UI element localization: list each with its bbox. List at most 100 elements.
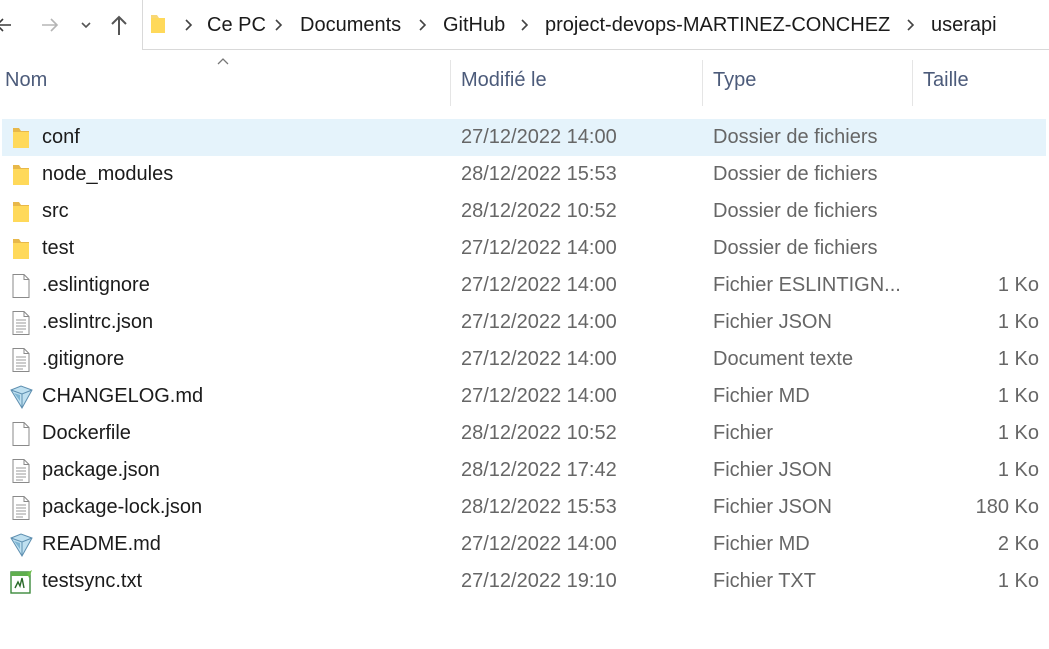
file-row[interactable]: Dockerfile 28/12/2022 10:52 Fichier 1 Ko [0, 415, 1049, 452]
file-type: Dossier de fichiers [713, 237, 878, 259]
file-size: 1 Ko [997, 459, 1039, 481]
column-header-name[interactable]: Nom [5, 52, 445, 108]
folder-icon [8, 162, 34, 188]
breadcrumb[interactable]: Ce PC Documents GitHub project-devops-MA… [142, 0, 1049, 50]
file-type: Dossier de fichiers [713, 200, 878, 222]
file-type: Fichier JSON [713, 311, 832, 333]
folder-icon [8, 199, 34, 225]
file-modified-date: 28/12/2022 15:53 [461, 496, 617, 518]
chevron-right-icon[interactable] [181, 17, 197, 33]
folder-icon [149, 13, 167, 40]
file-name: src [42, 200, 69, 222]
file-row[interactable]: node_modules 28/12/2022 15:53 Dossier de f… [0, 156, 1049, 193]
file-modified-date: 28/12/2022 17:42 [461, 459, 617, 481]
file-row[interactable]: .eslintignore 27/12/2022 14:00 Fichier ESL… [0, 267, 1049, 304]
file-name: .eslintignore [42, 274, 150, 296]
column-header-modified[interactable]: Modifié le [461, 52, 697, 108]
breadcrumb-item-documents[interactable]: Documents [300, 12, 401, 38]
file-modified-date: 27/12/2022 14:00 [461, 274, 617, 296]
file-type: Fichier TXT [713, 570, 816, 592]
chevron-right-icon[interactable] [903, 17, 919, 33]
file-type: Dossier de fichiers [713, 163, 878, 185]
file-modified-date: 28/12/2022 10:52 [461, 422, 617, 444]
file-name: .eslintrc.json [42, 311, 154, 333]
file-modified-date: 28/12/2022 10:52 [461, 200, 617, 222]
text-file-icon [8, 347, 34, 373]
breadcrumb-item-github[interactable]: GitHub [443, 12, 505, 38]
folder-icon [8, 236, 34, 262]
markdown-file-icon [8, 384, 34, 410]
blank-file-icon [8, 273, 34, 299]
file-modified-date: 27/12/2022 19:10 [461, 570, 617, 592]
file-row[interactable]: .eslintrc.json 27/12/2022 14:00 Fichier JS… [0, 304, 1049, 341]
file-row[interactable]: package-lock.json 28/12/2022 15:53 Fichier… [0, 489, 1049, 526]
file-type: Fichier JSON [713, 496, 832, 518]
blank-file-icon [8, 421, 34, 447]
file-type: Fichier [713, 422, 774, 444]
file-list: conf 27/12/2022 14:00 Dossier de fichiers n… [0, 119, 1049, 600]
recent-locations-button[interactable] [77, 12, 95, 38]
text-file-icon [8, 495, 34, 521]
file-row[interactable]: .gitignore 27/12/2022 14:00 Document texte… [0, 341, 1049, 378]
file-name: .gitignore [42, 348, 125, 370]
file-row[interactable]: package.json 28/12/2022 17:42 Fichier JSON… [0, 452, 1049, 489]
file-row[interactable]: testsync.txt 27/12/2022 19:10 Fichier TXT 1… [0, 563, 1049, 600]
file-name: README.md [42, 533, 161, 555]
file-name: node_modules [42, 163, 174, 185]
file-size: 1 Ko [997, 385, 1039, 407]
back-button[interactable] [0, 12, 16, 38]
breadcrumb-item-ce-pc[interactable]: Ce PC [207, 12, 266, 38]
arrow-up-icon [111, 15, 127, 35]
forward-button[interactable] [36, 12, 62, 38]
file-modified-date: 27/12/2022 14:00 [461, 385, 617, 407]
arrow-left-icon [0, 18, 11, 32]
folder-icon [8, 125, 34, 151]
file-modified-date: 27/12/2022 14:00 [461, 348, 617, 370]
file-type: Document texte [713, 348, 854, 370]
file-modified-date: 27/12/2022 14:00 [461, 533, 617, 555]
file-type: Fichier MD [713, 385, 810, 407]
file-modified-date: 27/12/2022 14:00 [461, 126, 617, 148]
file-type: Fichier JSON [713, 459, 832, 481]
file-name: test [42, 237, 75, 259]
column-divider[interactable] [702, 60, 703, 106]
notepad-file-icon [8, 569, 34, 595]
file-name: CHANGELOG.md [42, 385, 204, 407]
chevron-right-icon[interactable] [517, 17, 533, 33]
text-file-icon [8, 458, 34, 484]
file-name: package-lock.json [42, 496, 203, 518]
file-row[interactable]: conf 27/12/2022 14:00 Dossier de fichiers [0, 119, 1049, 156]
column-header-size[interactable]: Taille [923, 52, 1043, 108]
file-name: conf [42, 126, 80, 148]
file-row[interactable]: src 28/12/2022 10:52 Dossier de fichiers [0, 193, 1049, 230]
file-name: Dockerfile [42, 422, 131, 444]
text-file-icon [8, 310, 34, 336]
file-row[interactable]: README.md 27/12/2022 14:00 Fichier MD 2 Ko [0, 526, 1049, 563]
arrow-right-icon [42, 18, 59, 32]
file-size: 180 Ko [975, 496, 1039, 518]
file-type: Dossier de fichiers [713, 126, 878, 148]
file-modified-date: 27/12/2022 14:00 [461, 311, 617, 333]
column-divider[interactable] [450, 60, 451, 106]
breadcrumb-item-project[interactable]: project-devops-MARTINEZ-CONCHEZ [545, 12, 890, 38]
breadcrumb-item-userapi[interactable]: userapi [931, 12, 997, 38]
address-bar: Ce PC Documents GitHub project-devops-MA… [0, 0, 1049, 50]
file-modified-date: 28/12/2022 15:53 [461, 163, 617, 185]
up-button[interactable] [106, 12, 132, 38]
file-row[interactable]: test 27/12/2022 14:00 Dossier de fichiers [0, 230, 1049, 267]
file-name: testsync.txt [42, 570, 143, 592]
file-type: Fichier ESLINTIGN... [713, 274, 901, 296]
chevron-down-icon [81, 22, 91, 29]
column-headers: Nom Modifié le Type Taille [0, 52, 1049, 108]
file-size: 1 Ko [997, 348, 1039, 370]
column-divider[interactable] [912, 60, 913, 106]
column-header-type[interactable]: Type [713, 52, 903, 108]
file-size: 2 Ko [997, 533, 1039, 555]
markdown-file-icon [8, 532, 34, 558]
chevron-right-icon[interactable] [271, 17, 287, 33]
file-size: 1 Ko [997, 311, 1039, 333]
chevron-right-icon[interactable] [415, 17, 431, 33]
file-size: 1 Ko [997, 274, 1039, 296]
file-row[interactable]: CHANGELOG.md 27/12/2022 14:00 Fichier MD 1 … [0, 378, 1049, 415]
file-size: 1 Ko [997, 422, 1039, 444]
